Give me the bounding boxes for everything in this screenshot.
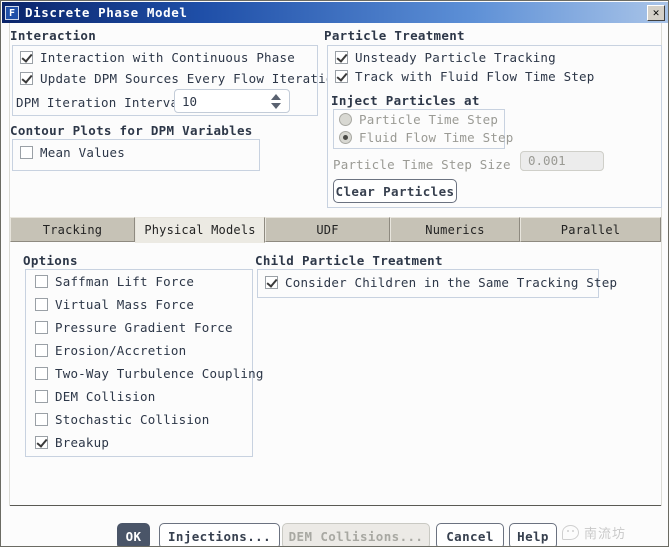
tab-strip: Tracking Physical Models UDF Numerics Pa…: [10, 217, 661, 243]
checkbox-label: Mean Values: [40, 145, 125, 160]
checkbox-erosion-accretion[interactable]: Erosion/Accretion: [35, 343, 186, 358]
checkbox-box[interactable]: [35, 321, 48, 334]
dem-collisions-button: DEM Collisions...: [282, 523, 430, 546]
checkbox-box[interactable]: [20, 51, 33, 64]
chevron-down-icon[interactable]: [271, 102, 281, 109]
checkbox-track-with-fluid-flow-time-step[interactable]: Track with Fluid Flow Time Step: [335, 69, 595, 84]
tab-physical-models[interactable]: Physical Models: [135, 217, 265, 243]
help-button[interactable]: Help: [509, 523, 557, 546]
dpm-iteration-interval-stepper[interactable]: 10: [174, 89, 290, 113]
radio-label: Particle Time Step: [359, 112, 499, 127]
radio-circle[interactable]: [339, 131, 352, 144]
checkbox-box[interactable]: [35, 413, 48, 426]
checkbox-pressure-gradient-force[interactable]: Pressure Gradient Force: [35, 320, 233, 335]
title-bar: F Discrete Phase Model ✕: [2, 2, 668, 23]
checkbox-label: Update DPM Sources Every Flow Iteration: [40, 71, 342, 86]
options-group-title: Options: [23, 253, 78, 268]
footer-button-bar: OK Injections... DEM Collisions... Cance…: [2, 506, 668, 546]
checkbox-box[interactable]: [335, 70, 348, 83]
checkbox-update-dpm-sources-every-flow-iteration[interactable]: Update DPM Sources Every Flow Iteration: [20, 71, 341, 86]
checkbox-consider-children-in-the-same-tracking-step[interactable]: Consider Children in the Same Tracking S…: [265, 275, 617, 290]
checkbox-label: Breakup: [55, 435, 110, 450]
checkbox-label: Two-Way Turbulence Coupling: [55, 366, 264, 381]
tab-tracking[interactable]: Tracking: [10, 217, 135, 242]
checkbox-stochastic-collision[interactable]: Stochastic Collision: [35, 412, 210, 427]
injections-button[interactable]: Injections...: [159, 523, 280, 546]
cancel-button[interactable]: Cancel: [436, 523, 504, 546]
checkbox-label: Saffman Lift Force: [55, 274, 195, 289]
fluent-app-icon: F: [5, 5, 19, 20]
checkbox-label: Interaction with Continuous Phase: [40, 50, 295, 65]
checkbox-label: DEM Collision: [55, 389, 156, 404]
dialog-body: Interaction Interaction with Continuous …: [2, 23, 668, 546]
radio-fluid-flow-time-step[interactable]: Fluid Flow Time Step: [339, 130, 514, 145]
close-icon[interactable]: ✕: [647, 4, 665, 21]
checkbox-box[interactable]: [35, 344, 48, 357]
checkbox-box[interactable]: [265, 276, 278, 289]
dpm-iteration-interval-value[interactable]: 10: [175, 94, 267, 109]
clear-particles-button[interactable]: Clear Particles: [333, 179, 457, 203]
radio-particle-time-step[interactable]: Particle Time Step: [339, 112, 498, 127]
checkbox-mean-values[interactable]: Mean Values: [20, 145, 125, 160]
checkbox-box[interactable]: [35, 367, 48, 380]
checkbox-box[interactable]: [35, 275, 48, 288]
checkbox-label: Stochastic Collision: [55, 412, 210, 427]
checkbox-dem-collision[interactable]: DEM Collision: [35, 389, 155, 404]
tab-udf[interactable]: UDF: [265, 217, 390, 242]
chevron-up-icon[interactable]: [271, 93, 281, 100]
interaction-group-title: Interaction: [10, 28, 97, 43]
checkbox-box[interactable]: [35, 390, 48, 403]
ok-button[interactable]: OK: [117, 523, 150, 546]
particle-treatment-group-title: Particle Treatment: [324, 28, 465, 43]
checkbox-box[interactable]: [20, 146, 33, 159]
right-rail: [661, 23, 668, 546]
discrete-phase-model-dialog: F Discrete Phase Model ✕ Interaction Int…: [0, 0, 669, 547]
checkbox-saffman-lift-force[interactable]: Saffman Lift Force: [35, 274, 194, 289]
checkbox-virtual-mass-force[interactable]: Virtual Mass Force: [35, 297, 194, 312]
inject-particles-at-title: Inject Particles at: [331, 93, 480, 108]
left-rail: [2, 23, 10, 546]
radio-label: Fluid Flow Time Step: [359, 130, 514, 145]
checkbox-label: Virtual Mass Force: [55, 297, 195, 312]
checkbox-label: Unsteady Particle Tracking: [355, 50, 556, 65]
checkbox-box[interactable]: [335, 51, 348, 64]
checkbox-breakup[interactable]: Breakup: [35, 435, 109, 450]
checkbox-interaction-with-continuous-phase[interactable]: Interaction with Continuous Phase: [20, 50, 295, 65]
stepper-arrows[interactable]: [267, 93, 285, 109]
checkbox-box[interactable]: [35, 298, 48, 311]
particle-time-step-size-input: 0.001: [520, 151, 604, 171]
window-title: Discrete Phase Model: [25, 5, 188, 20]
particle-time-step-size-label: Particle Time Step Size (s): [333, 157, 542, 172]
tab-numerics[interactable]: Numerics: [390, 217, 520, 242]
checkbox-label: Erosion/Accretion: [55, 343, 187, 358]
checkbox-label: Consider Children in the Same Tracking S…: [285, 275, 618, 290]
checkbox-box[interactable]: [20, 72, 33, 85]
checkbox-box[interactable]: [35, 436, 48, 449]
checkbox-two-way-turbulence-coupling[interactable]: Two-Way Turbulence Coupling: [35, 366, 264, 381]
physical-models-panel: Options Saffman Lift Force Virtual Mass …: [10, 242, 661, 487]
radio-circle[interactable]: [339, 113, 352, 126]
tab-parallel[interactable]: Parallel: [520, 217, 661, 242]
checkbox-label: Track with Fluid Flow Time Step: [355, 69, 595, 84]
checkbox-label: Pressure Gradient Force: [55, 320, 233, 335]
dpm-iteration-interval-label: DPM Iteration Interval: [16, 95, 186, 110]
checkbox-unsteady-particle-tracking[interactable]: Unsteady Particle Tracking: [335, 50, 556, 65]
contour-plots-group-title: Contour Plots for DPM Variables: [10, 123, 253, 138]
child-particle-treatment-group-title: Child Particle Treatment: [255, 253, 443, 268]
